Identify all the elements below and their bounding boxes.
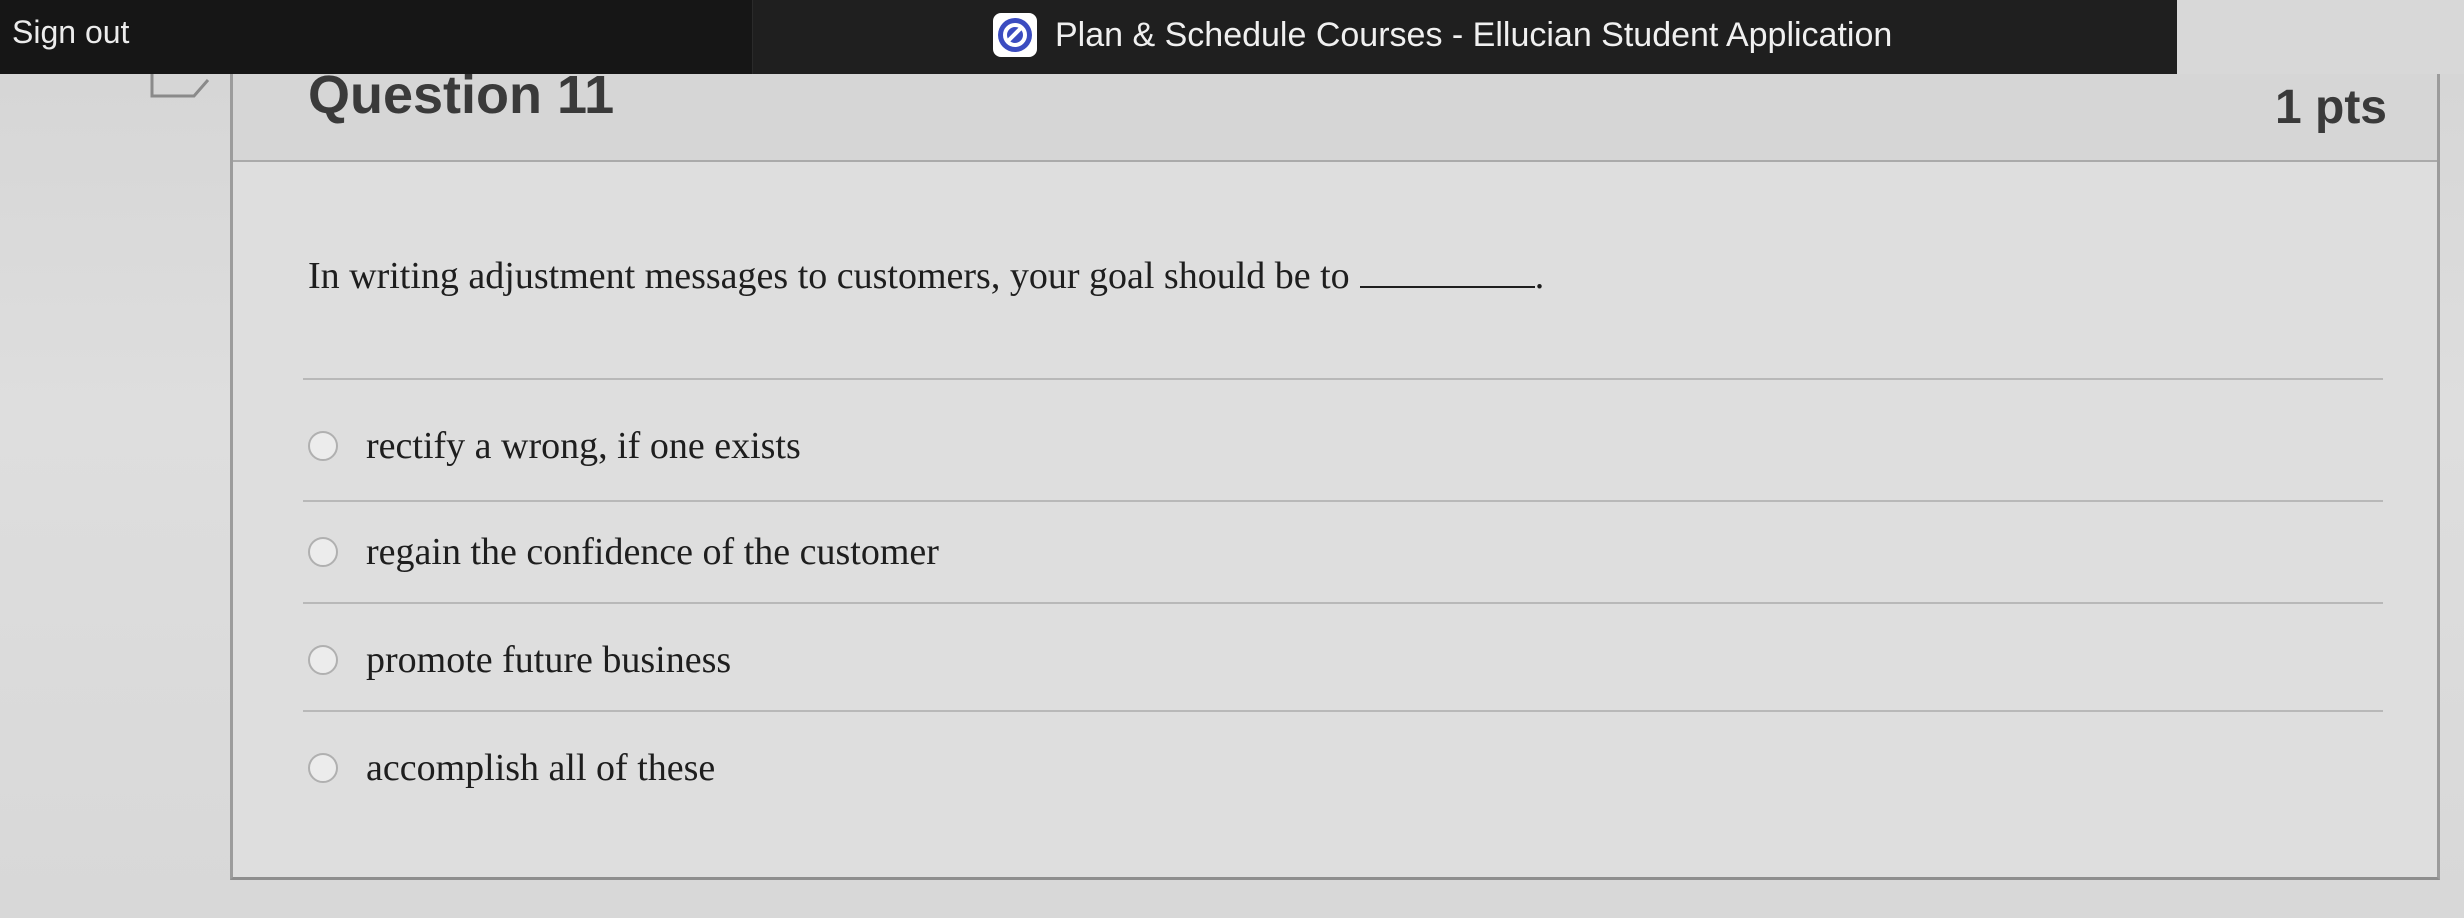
app-title: Plan & Schedule Courses - Ellucian Stude… [1055,16,1893,54]
answer-blank [1359,254,1535,288]
question-prompt: In writing adjustment messages to custom… [308,254,1544,298]
radio-button[interactable] [308,645,338,675]
question-text: In writing adjustment messages to custom… [308,255,1350,297]
answer-option[interactable]: accomplish all of these [308,738,715,798]
answer-option[interactable]: regain the confidence of the customer [308,522,939,582]
ellucian-logo-icon [993,13,1037,57]
window-title-bar: Plan & Schedule Courses - Ellucian Stude… [752,0,2177,74]
top-bar-right [2177,0,2464,74]
divider [303,710,2383,712]
answer-label[interactable]: rectify a wrong, if one exists [366,424,801,468]
radio-button[interactable] [308,753,338,783]
bookmark-flag-icon[interactable] [150,74,210,100]
answer-label[interactable]: accomplish all of these [366,746,715,790]
answer-label[interactable]: promote future business [366,638,731,682]
sign-out-link[interactable]: Sign out [12,14,129,50]
divider [303,500,2383,502]
answer-option[interactable]: rectify a wrong, if one exists [308,416,801,476]
question-header: Question 11 1 pts [233,65,2437,162]
answer-label[interactable]: regain the confidence of the customer [366,530,939,574]
question-card: Question 11 1 pts In writing adjustment … [230,65,2440,880]
blank-suffix: . [1534,255,1545,297]
answer-option[interactable]: promote future business [308,630,731,690]
divider [303,602,2383,604]
radio-button[interactable] [308,537,338,567]
divider [303,378,2383,380]
quiz-page: Question 11 1 pts In writing adjustment … [0,65,2464,918]
radio-button[interactable] [308,431,338,461]
question-title: Question 11 [308,65,615,125]
app-title-group: Plan & Schedule Courses - Ellucian Stude… [993,10,1892,60]
question-points: 1 pts [2274,81,2387,134]
